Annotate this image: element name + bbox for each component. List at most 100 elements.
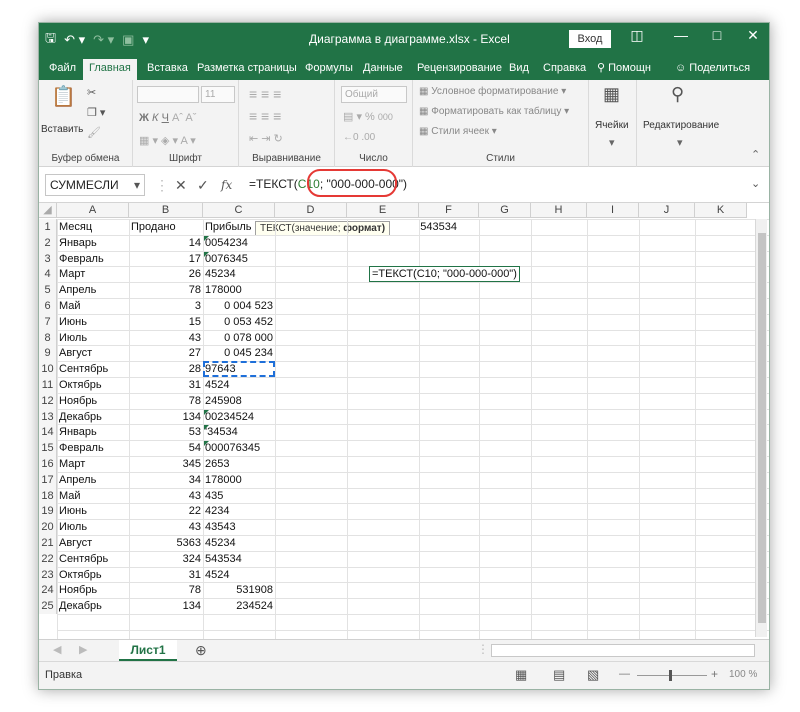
- cell-b[interactable]: 31: [129, 377, 203, 393]
- italic-button[interactable]: К: [152, 112, 158, 124]
- column-header-b[interactable]: B: [129, 203, 203, 218]
- row-header[interactable]: 17: [39, 472, 57, 488]
- cell-a[interactable]: Март: [57, 456, 129, 472]
- font-name-box[interactable]: [137, 86, 199, 103]
- column-header-e[interactable]: E: [347, 203, 419, 218]
- error-indicator-icon[interactable]: [204, 425, 209, 430]
- zoom-in-icon[interactable]: +: [711, 667, 718, 681]
- paste-label[interactable]: Вставить: [41, 124, 83, 135]
- indent-icons[interactable]: ⇤ ⇥ ↻: [249, 132, 283, 145]
- cell-a[interactable]: Июнь: [57, 503, 129, 519]
- horizontal-align-icons[interactable]: ≡ ≡ ≡: [249, 108, 281, 124]
- cell-b[interactable]: 345: [129, 456, 203, 472]
- ribbon-display-icon[interactable]: ◫: [625, 27, 649, 44]
- row-header[interactable]: 18: [39, 488, 57, 504]
- undo-icon[interactable]: ↶ ▾: [64, 32, 85, 48]
- cells-label[interactable]: Ячейки: [595, 120, 629, 131]
- font-size-box[interactable]: 11: [201, 86, 235, 103]
- enter-icon[interactable]: ✓: [197, 177, 209, 194]
- cell-b[interactable]: 53: [129, 424, 203, 440]
- sheet-nav-next-icon[interactable]: ▶: [79, 643, 87, 656]
- row-header[interactable]: 10: [39, 361, 57, 377]
- editing-label[interactable]: Редактирование: [643, 120, 719, 131]
- page-break-view-icon[interactable]: ▧: [587, 667, 599, 683]
- cell-b[interactable]: 34: [129, 472, 203, 488]
- underline-button[interactable]: Ч: [162, 112, 169, 124]
- collapse-ribbon-icon[interactable]: ⌃: [751, 148, 760, 161]
- cell-c[interactable]: 4524: [203, 377, 275, 393]
- cell-a[interactable]: Декабрь: [57, 598, 129, 614]
- tab-review[interactable]: Рецензирование: [411, 59, 508, 80]
- cell-b[interactable]: 78: [129, 582, 203, 598]
- cell-a[interactable]: Месяц: [57, 219, 129, 235]
- cell-b[interactable]: 26: [129, 266, 203, 282]
- cell-a[interactable]: Май: [57, 298, 129, 314]
- cell-b[interactable]: 3: [129, 298, 203, 314]
- row-header[interactable]: 24: [39, 582, 57, 598]
- cell-a[interactable]: Сентябрь: [57, 361, 129, 377]
- vertical-scrollbar[interactable]: [755, 219, 767, 637]
- column-header-f[interactable]: F: [419, 203, 479, 218]
- cell-b[interactable]: 324: [129, 551, 203, 567]
- row-header[interactable]: 1: [39, 219, 57, 235]
- tab-page-layout[interactable]: Разметка страницы: [191, 59, 303, 80]
- cell-a[interactable]: Январь: [57, 235, 129, 251]
- row-header[interactable]: 13: [39, 409, 57, 425]
- cell-a[interactable]: Октябрь: [57, 567, 129, 583]
- row-header[interactable]: 19: [39, 503, 57, 519]
- row-header[interactable]: 11: [39, 377, 57, 393]
- cell-a[interactable]: Январь: [57, 424, 129, 440]
- percent-button[interactable]: %: [365, 111, 375, 123]
- conditional-formatting-button[interactable]: ▦ Условное форматирование ▾: [419, 86, 566, 97]
- copy-icon[interactable]: ❐ ▾: [87, 106, 105, 119]
- vertical-align-icons[interactable]: ≡ ≡ ≡: [249, 86, 281, 102]
- cell-b[interactable]: 31: [129, 567, 203, 583]
- row-header[interactable]: 14: [39, 424, 57, 440]
- error-indicator-icon[interactable]: [204, 236, 209, 241]
- redo-icon[interactable]: ↷ ▾: [93, 32, 114, 48]
- zoom-slider[interactable]: [637, 675, 707, 676]
- column-header-g[interactable]: G: [479, 203, 531, 218]
- cut-icon[interactable]: ✂: [87, 86, 96, 99]
- column-header-k[interactable]: K: [695, 203, 747, 218]
- cell-c[interactable]: 0 078 000: [203, 330, 275, 346]
- zoom-slider-thumb[interactable]: [669, 670, 672, 681]
- cell-a[interactable]: Ноябрь: [57, 582, 129, 598]
- select-all-corner[interactable]: ◢: [39, 203, 57, 218]
- column-header-i[interactable]: I: [587, 203, 639, 218]
- add-sheet-icon[interactable]: ⊕: [195, 642, 207, 659]
- spreadsheet-grid[interactable]: ◢ ТЕКСТ(значение; формат) A B C D E F G H I J K 1 Ме…: [39, 203, 769, 639]
- cell-c[interactable]: 245908: [203, 393, 275, 409]
- cell-c[interactable]: 45234: [203, 266, 275, 282]
- cell-b[interactable]: 28: [129, 361, 203, 377]
- row-header[interactable]: 7: [39, 314, 57, 330]
- camera-icon[interactable]: ▣: [122, 32, 134, 48]
- customize-qat-icon[interactable]: ▾: [142, 32, 149, 48]
- row-header[interactable]: 16: [39, 456, 57, 472]
- row-header[interactable]: 2: [39, 235, 57, 251]
- bold-button[interactable]: Ж: [139, 112, 149, 124]
- error-indicator-icon[interactable]: [204, 441, 209, 446]
- row-header[interactable]: 25: [39, 598, 57, 614]
- zoom-level[interactable]: 100 %: [729, 669, 757, 680]
- row-header[interactable]: 23: [39, 567, 57, 583]
- row-header[interactable]: 12: [39, 393, 57, 409]
- name-box-dropdown-icon[interactable]: ▾: [134, 175, 140, 195]
- cell-b[interactable]: 15: [129, 314, 203, 330]
- cell-b[interactable]: 22: [129, 503, 203, 519]
- normal-view-icon[interactable]: ▦: [515, 667, 527, 683]
- column-header-a[interactable]: A: [57, 203, 129, 218]
- format-painter-icon[interactable]: 🖌: [87, 126, 101, 139]
- cell-b[interactable]: 43: [129, 330, 203, 346]
- row-header[interactable]: 8: [39, 330, 57, 346]
- page-layout-view-icon[interactable]: ▤: [553, 667, 565, 683]
- row-header[interactable]: 20: [39, 519, 57, 535]
- column-header-j[interactable]: J: [639, 203, 695, 218]
- cell-a[interactable]: Май: [57, 488, 129, 504]
- cell-a[interactable]: Июль: [57, 330, 129, 346]
- sheet-tab[interactable]: Лист1: [119, 640, 177, 661]
- search-icon[interactable]: ⚲: [671, 84, 684, 105]
- cell-a[interactable]: Июль: [57, 519, 129, 535]
- row-header[interactable]: 21: [39, 535, 57, 551]
- cell-e1[interactable]: 543534: [347, 219, 459, 235]
